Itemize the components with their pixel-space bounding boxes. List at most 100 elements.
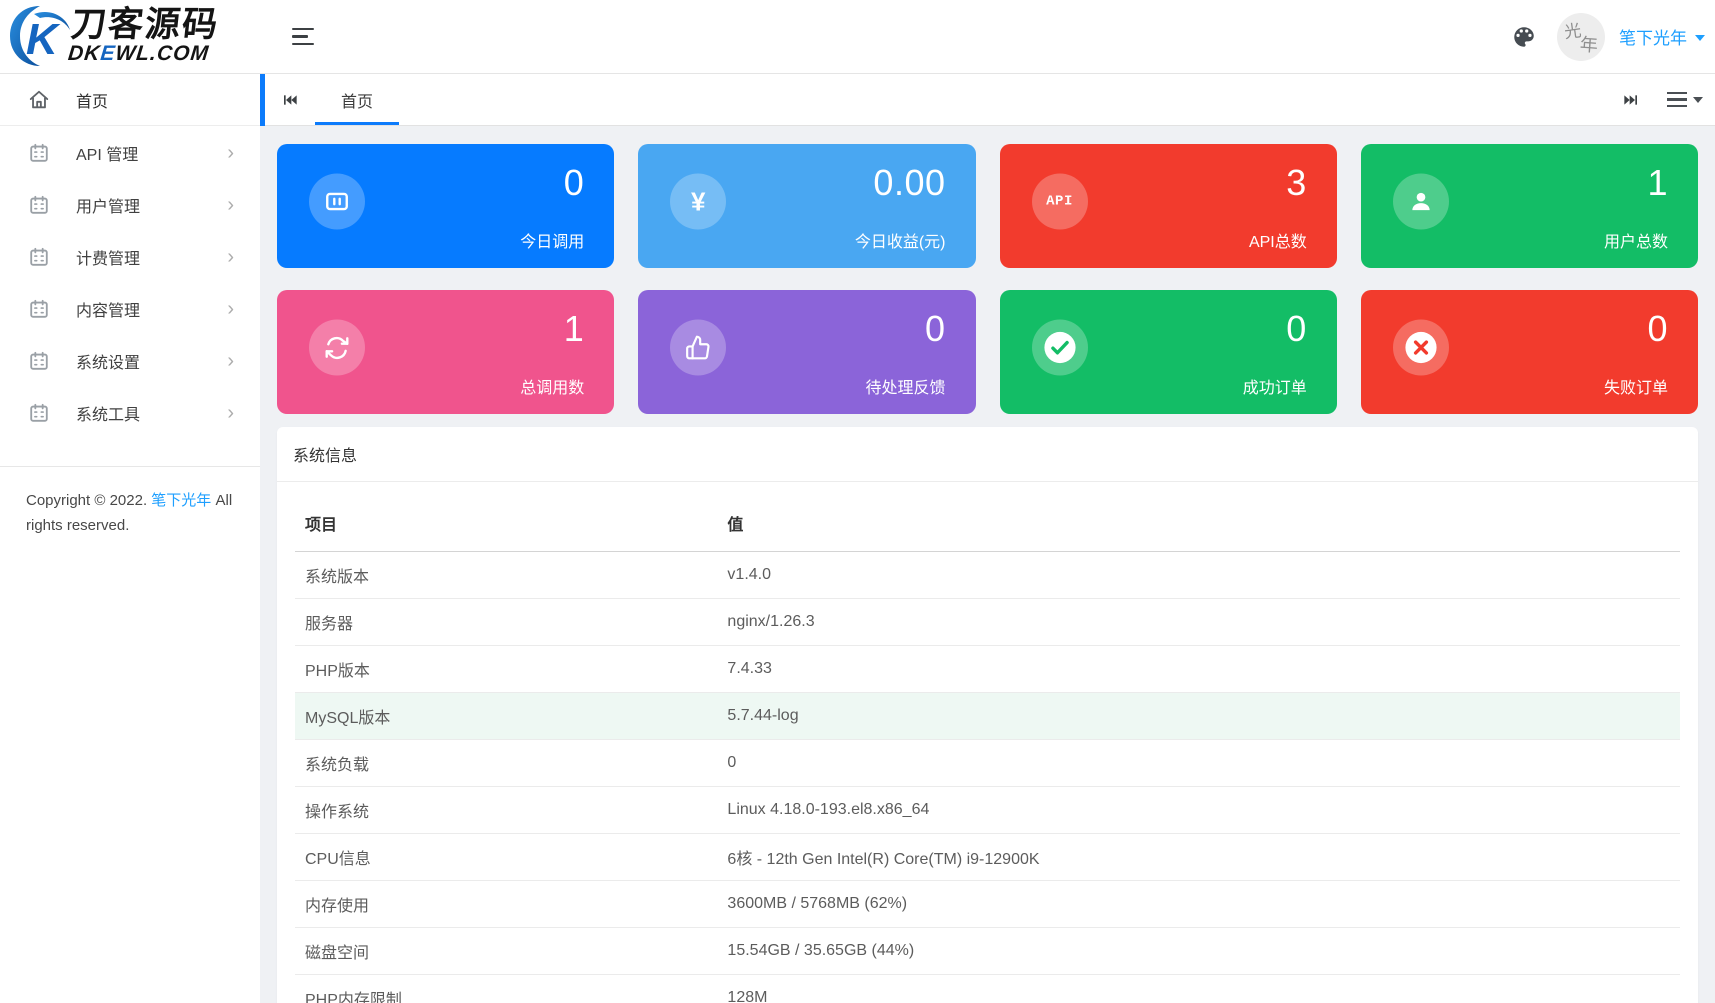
user-icon (1408, 189, 1434, 215)
stat-label: 今日调用 (520, 228, 584, 252)
hamburger-icon[interactable] (292, 28, 314, 46)
yen-icon: ¥ (691, 186, 705, 217)
top-header: K 刀客源码 DKEWL.COM 光 年 笔下光年 (0, 0, 1715, 74)
sync-icon (324, 335, 350, 361)
tab-home[interactable]: 首页 (315, 74, 399, 125)
table-row[interactable]: 磁盘空间 15.54GB / 35.65GB (44%) (295, 928, 1680, 975)
stat-card[interactable]: API 3 API总数 (1000, 144, 1337, 268)
chevron-right-icon: › (227, 247, 234, 267)
row-value-cell: nginx/1.26.3 (717, 599, 1680, 646)
calendar-icon (28, 350, 50, 372)
logo-swoosh-icon: K (4, 2, 76, 72)
username-label: 笔下光年 (1619, 24, 1687, 49)
stat-card[interactable]: ¥ 0.00 今日收益(元) (638, 144, 975, 268)
row-value-cell: v1.4.0 (717, 552, 1680, 599)
row-item-cell: MySQL版本 (295, 693, 717, 740)
row-value-cell: 5.7.44-log (717, 693, 1680, 740)
stat-value: 3 (1286, 162, 1307, 204)
stat-card[interactable]: 1 总调用数 (277, 290, 614, 414)
chevron-right-icon: › (227, 351, 234, 371)
chevron-right-icon: › (227, 143, 234, 163)
sidebar-item-label: 计费管理 (76, 245, 140, 269)
row-item-cell: PHP内存限制 (295, 975, 717, 1003)
panel-title: 系统信息 (277, 427, 1698, 482)
chevron-right-icon: › (227, 195, 234, 215)
stat-card[interactable]: 0 今日调用 (277, 144, 614, 268)
stat-value: 0 (1286, 308, 1307, 350)
row-value-cell: 6核 - 12th Gen Intel(R) Core(TM) i9-12900… (717, 834, 1680, 881)
logo-title: 刀客源码 (69, 7, 221, 42)
table-row[interactable]: MySQL版本 5.7.44-log (295, 693, 1680, 740)
content: 0 今日调用 ¥ 0.00 今日收益(元) API 3 API总数 (260, 126, 1715, 1003)
table-row[interactable]: PHP版本 7.4.33 (295, 646, 1680, 693)
svg-text:K: K (26, 15, 61, 64)
api-icon: API (1046, 194, 1073, 210)
chevron-down-icon (1693, 97, 1703, 103)
table-row[interactable]: 服务器 nginx/1.26.3 (295, 599, 1680, 646)
column-header-value: 值 (717, 492, 1680, 552)
stat-card[interactable]: 1 用户总数 (1361, 144, 1698, 268)
row-value-cell: 0 (717, 740, 1680, 787)
stats-grid: 0 今日调用 ¥ 0.00 今日收益(元) API 3 API总数 (277, 144, 1698, 414)
stat-value: 1 (564, 308, 585, 350)
chevron-down-icon (1695, 35, 1705, 41)
sidebar-item[interactable]: 系统设置 › (0, 335, 260, 387)
stat-value: 0.00 (873, 162, 945, 204)
sidebar-item[interactable]: API 管理 › (0, 127, 260, 179)
calendar-icon (28, 246, 50, 268)
sidebar-item[interactable]: 系统工具 › (0, 387, 260, 439)
check-circle-icon (1043, 331, 1077, 365)
stat-card[interactable]: 0 待处理反馈 (638, 290, 975, 414)
logo-subtitle: DKEWL.COM (67, 42, 217, 65)
row-item-cell: 服务器 (295, 599, 717, 646)
logo[interactable]: K 刀客源码 DKEWL.COM (0, 0, 260, 73)
user-menu[interactable]: 笔下光年 (1619, 24, 1705, 49)
stat-value: 0 (1647, 308, 1668, 350)
table-row[interactable]: 系统负载 0 (295, 740, 1680, 787)
row-value-cell: 3600MB / 5768MB (62%) (717, 881, 1680, 928)
copyright: Copyright © 2022. 笔下光年 All rights reserv… (0, 467, 260, 539)
table-row[interactable]: PHP内存限制 128M (295, 975, 1680, 1003)
sidebar-menu: API 管理 › 用户管理 › 计费管理 › 内容管理 › (0, 126, 260, 439)
sidebar-item-home[interactable]: 首页 (0, 74, 260, 126)
stat-label: 今日收益(元) (855, 228, 946, 252)
sidebar-item[interactable]: 内容管理 › (0, 283, 260, 335)
skip-forward-icon[interactable] (1623, 92, 1639, 108)
row-item-cell: 系统负载 (295, 740, 717, 787)
stat-label: 用户总数 (1604, 228, 1668, 252)
table-row[interactable]: 系统版本 v1.4.0 (295, 552, 1680, 599)
tab-menu-icon[interactable] (1667, 92, 1703, 108)
stat-label: 总调用数 (520, 374, 584, 398)
table-row[interactable]: 内存使用 3600MB / 5768MB (62%) (295, 881, 1680, 928)
sidebar-item-label: API 管理 (76, 141, 138, 165)
column-header-item: 项目 (295, 492, 717, 552)
home-icon (28, 89, 50, 111)
table-row[interactable]: 操作系统 Linux 4.18.0-193.el8.x86_64 (295, 787, 1680, 834)
copyright-link[interactable]: 笔下光年 (151, 492, 211, 509)
sidebar-item-label: 系统工具 (76, 401, 140, 425)
stat-value: 0 (925, 308, 946, 350)
tab-bar: 首页 (260, 74, 1715, 126)
stat-label: 待处理反馈 (865, 374, 945, 398)
stat-card[interactable]: 0 成功订单 (1000, 290, 1337, 414)
calendar-icon (28, 194, 50, 216)
thumbs-up-icon (685, 335, 711, 361)
system-info-table: 项目 值 系统版本 v1.4.0 服务器 nginx/1.26.3 PHP版本 … (295, 492, 1680, 1003)
wallet-icon (324, 189, 350, 215)
sidebar-item[interactable]: 用户管理 › (0, 179, 260, 231)
sidebar-item-label: 内容管理 (76, 297, 140, 321)
avatar[interactable]: 光 年 (1557, 13, 1605, 61)
stat-card[interactable]: 0 失败订单 (1361, 290, 1698, 414)
row-item-cell: 磁盘空间 (295, 928, 717, 975)
row-item-cell: CPU信息 (295, 834, 717, 881)
sidebar-item[interactable]: 计费管理 › (0, 231, 260, 283)
palette-icon[interactable] (1511, 24, 1537, 50)
table-row[interactable]: CPU信息 6核 - 12th Gen Intel(R) Core(TM) i9… (295, 834, 1680, 881)
system-info-panel: 系统信息 项目 值 系统版本 v1.4.0 服务器 nginx/1.26.3 P… (277, 427, 1698, 1003)
row-item-cell: 操作系统 (295, 787, 717, 834)
skip-back-icon[interactable] (265, 74, 315, 125)
stat-label: 失败订单 (1604, 374, 1668, 398)
chevron-right-icon: › (227, 403, 234, 423)
main-area: 首页 (260, 74, 1715, 1003)
stat-label: 成功订单 (1243, 374, 1307, 398)
